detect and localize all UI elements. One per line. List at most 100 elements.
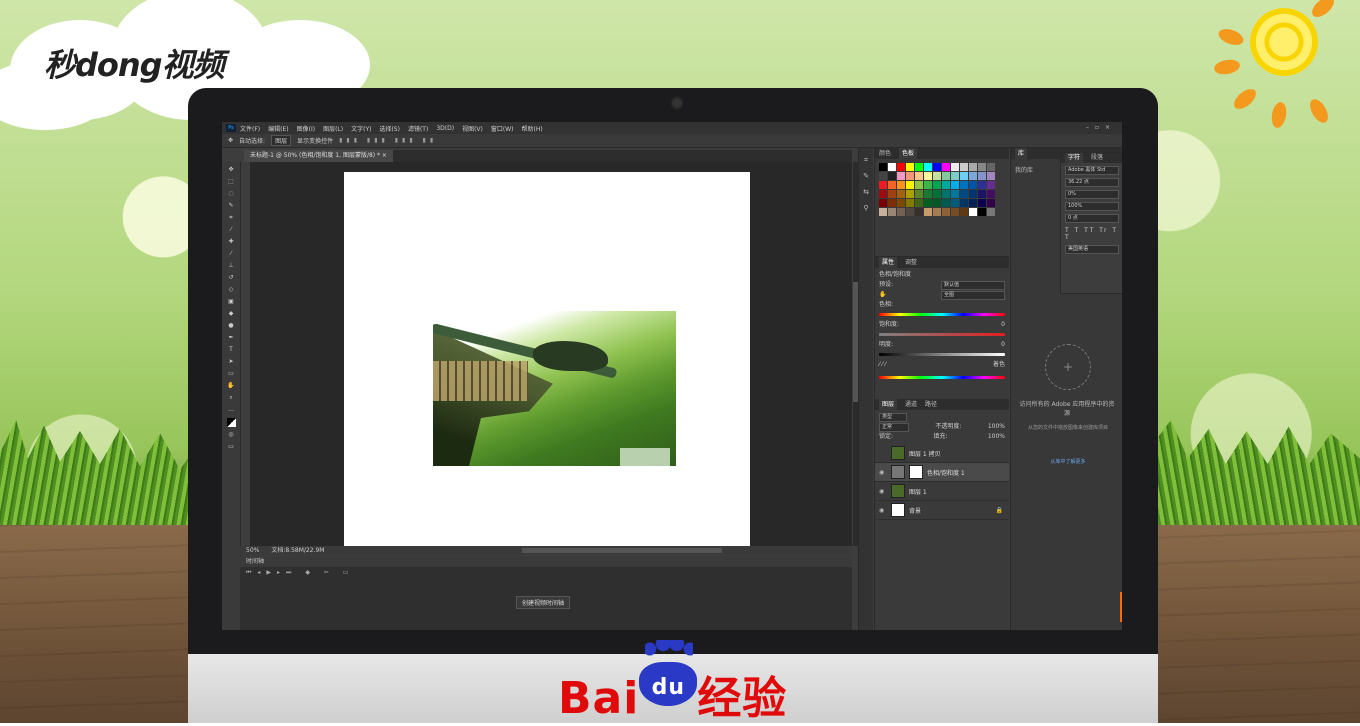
mask-thumbnail[interactable] [909,465,923,479]
auto-select-dropdown[interactable]: 图层 [271,135,292,146]
gradient-tool-icon[interactable]: ▣ [226,298,236,306]
font-family-field[interactable]: Adobe 黑体 Std [1065,166,1119,175]
tracking-field[interactable]: 0% [1065,190,1119,199]
layer-name[interactable]: 背景 [909,506,921,515]
text-style-buttons[interactable]: T T TT Tr T T [1065,227,1119,241]
lightness-slider[interactable] [879,353,1005,356]
timeline-controls[interactable]: ⏮◂▶▸⏭ ◆ ✂ ▭ [240,567,852,579]
window-controls[interactable]: –▫× [1086,124,1116,131]
menu-layer[interactable]: 图层(L) [323,124,343,133]
horizontal-scrollbar[interactable] [522,548,722,553]
canvas-area[interactable] [250,162,852,546]
menu-view[interactable]: 视图(V) [462,124,483,133]
tab-swatches[interactable]: 色板 [899,148,918,159]
font-size-field[interactable]: 36.22 点 [1065,178,1119,187]
menu-type[interactable]: 文字(Y) [351,124,371,133]
swatch-grid[interactable] [875,159,1009,216]
eyedropper-icons[interactable]: ⁄ ⁄ ⁄ [879,360,886,370]
menu-file[interactable]: 文件(F) [240,124,260,133]
layer-row[interactable]: ◉ 图层 1 [875,482,1009,501]
tab-paragraph[interactable]: 段落 [1091,153,1103,163]
layer-thumbnail [891,446,905,460]
brush-settings-icon[interactable]: ✎ [862,172,870,180]
layer-name[interactable]: 色相/饱和度 1 [927,468,965,477]
hand-tool-icon[interactable]: ✋ [226,382,236,390]
eye-icon[interactable]: ◉ [879,507,887,514]
quick-select-icon[interactable]: ✎ [226,202,236,210]
tab-paths[interactable]: 路径 [925,399,937,410]
layer-row[interactable]: ◉ 色相/饱和度 1 [875,463,1009,482]
add-library-icon[interactable]: + [1045,344,1091,390]
zoom-tool-icon[interactable]: ⌕ [226,394,236,402]
align-icons[interactable]: ▮▮▮ ▮▮▮ ▮▮▮ ▮▮ [339,137,437,144]
library-learn-link[interactable]: 从库中了解更多 [1019,458,1117,466]
brush-tool-icon[interactable]: ⁄ [226,250,236,258]
tab-character[interactable]: 字符 [1065,153,1084,163]
crop-tool-icon[interactable]: ⌗ [226,214,236,222]
history-brush-icon[interactable]: ↺ [226,274,236,282]
blur-tool-icon[interactable]: ◆ [226,310,236,318]
healing-brush-icon[interactable]: ✚ [226,238,236,246]
menu-3d[interactable]: 3D(D) [436,125,454,132]
baseline-field[interactable]: 0 点 [1065,214,1119,223]
quick-mask-icon[interactable]: ◎ [226,431,236,439]
blend-mode-dropdown[interactable]: 正常 [879,422,909,432]
move-tool-icon[interactable]: ✥ [228,137,233,144]
history-icon[interactable]: ⌗ [862,156,870,164]
marquee-tool-icon[interactable]: ⬚ [226,178,236,186]
channel-dropdown[interactable]: 全图 [941,290,1005,300]
tab-adjustments[interactable]: 调整 [905,257,917,268]
menu-help[interactable]: 帮助(H) [522,124,543,133]
color-swatch-icon[interactable] [226,418,236,427]
tab-properties[interactable]: 属性 [879,257,898,268]
stamp-tool-icon[interactable]: ⊥ [226,262,236,270]
fill-value[interactable]: 100% [988,432,1005,442]
move-tool-icon[interactable]: ✥ [226,166,236,174]
tool-presets-icon[interactable]: ⚲ [862,204,870,212]
layer-name[interactable]: 图层 1 [909,487,927,496]
preset-dropdown[interactable]: 默认值 [941,280,1005,290]
create-video-timeline-button[interactable]: 创建视频时间轴 [516,596,571,609]
language-field[interactable]: 美国英语 [1065,245,1119,254]
menu-image[interactable]: 图像(I) [297,124,315,133]
shape-tool-icon[interactable]: ▭ [226,370,236,378]
eraser-icon[interactable]: ◇ [226,286,236,294]
layer-row[interactable]: 图层 1 拷贝 [875,444,1009,463]
menu-select[interactable]: 选择(S) [379,124,400,133]
auto-select-label[interactable]: 自动选择: [239,136,265,145]
saturation-slider[interactable] [879,333,1005,336]
dodge-tool-icon[interactable]: ● [226,322,236,330]
more-tools-icon[interactable]: … [226,406,236,414]
layer-kind-filter[interactable]: 类型 [879,412,907,422]
colorize-checkbox[interactable]: 着色 [993,360,1005,370]
document-canvas[interactable] [344,172,750,546]
type-tool-icon[interactable]: T [226,346,236,354]
tab-color[interactable]: 颜色 [879,148,891,159]
tab-library[interactable]: 库 [1015,148,1028,159]
scale-field[interactable]: 100% [1065,202,1119,211]
menu-edit[interactable]: 编辑(E) [268,124,288,133]
tab-layers[interactable]: 图层 [879,399,898,410]
opacity-value[interactable]: 100% [988,422,1005,432]
document-tab[interactable]: 未标题-1 @ 50% (色相/饱和度 1, 图层蒙版/8) * × [244,150,393,162]
menu-window[interactable]: 窗口(W) [491,124,514,133]
menu-filter[interactable]: 滤镜(T) [408,124,428,133]
screen-mode-icon[interactable]: ▭ [226,443,236,451]
eye-icon[interactable]: ◉ [879,469,887,476]
lasso-tool-icon[interactable]: ◌ [226,190,236,198]
layer-photo-image[interactable] [433,311,676,466]
lightness-value[interactable]: 0 [1001,340,1005,350]
eye-icon[interactable]: ◉ [879,488,887,495]
tab-channels[interactable]: 通道 [905,399,917,410]
hand-icon[interactable]: ✋ [879,290,886,300]
layer-name[interactable]: 图层 1 拷贝 [909,449,941,458]
path-select-icon[interactable]: ➤ [226,358,236,366]
saturation-value[interactable]: 0 [1001,320,1005,330]
layer-row[interactable]: ◉ 背景 🔒 [875,501,1009,520]
pen-tool-icon[interactable]: ✒ [226,334,236,342]
zoom-level[interactable]: 50% [246,546,259,555]
show-transform-checkbox[interactable]: 显示变换控件 [297,136,333,145]
eyedropper-icon[interactable]: ⁄ [226,226,236,234]
hue-slider[interactable] [879,313,1005,316]
adjust-icon[interactable]: ⇆ [862,188,870,196]
